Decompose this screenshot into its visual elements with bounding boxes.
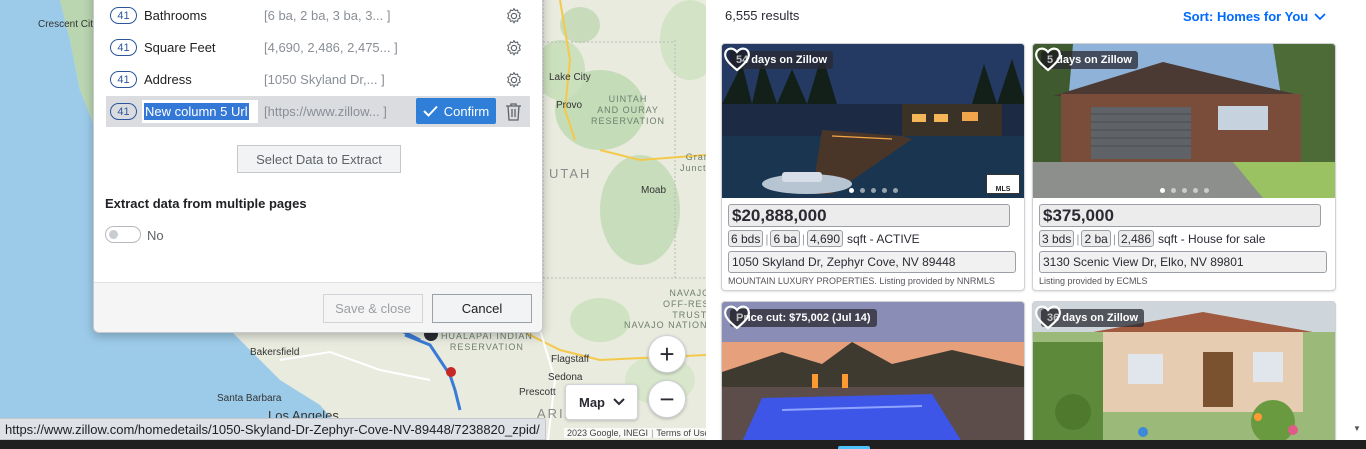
chevron-down-icon (613, 398, 625, 406)
select-data-button[interactable]: Select Data to Extract (237, 145, 401, 173)
listing-card[interactable]: 5 days on Zillow $375,000 3 bds | 2 ba |… (1032, 43, 1336, 291)
result-count: 6,555 results (725, 8, 800, 23)
cancel-button[interactable]: Cancel (432, 294, 532, 323)
listing-photo[interactable]: Price cut: $75,002 (Jul 14) (722, 302, 1024, 440)
trash-icon[interactable] (505, 102, 522, 121)
taskbar (0, 440, 1366, 449)
map-park-label: NAVAJO NATION (624, 320, 706, 330)
zoom-out-button[interactable]: − (648, 380, 686, 418)
column-name: Address (144, 72, 192, 87)
map-city-label: Provo (556, 100, 583, 111)
zoom-in-button[interactable]: + (648, 335, 686, 373)
listing-baths: 2 ba (1081, 230, 1111, 247)
gear-icon[interactable] (505, 39, 523, 57)
listing-provider: MOUNTAIN LUXURY PROPERTIES. Listing prov… (728, 276, 995, 286)
listing-info: $375,000 3 bds | 2 ba | 2,486 sqft - Hou… (1033, 198, 1335, 290)
listing-price: $20,888,000 (728, 204, 1010, 227)
map-city-label: Santa Barbara (217, 393, 282, 404)
column-count-badge: 41 (110, 39, 137, 56)
column-sample: [4,690, 2,486, 2,475... ] (264, 40, 398, 55)
map-city-label: Sedona (548, 372, 583, 383)
gear-icon[interactable] (505, 71, 523, 89)
map-type-dropdown[interactable]: Map (565, 384, 638, 420)
column-sample: [6 ba, 2 ba, 3 ba, 3... ] (264, 8, 391, 23)
listing-card[interactable]: 54 days on Zillow MLS $20,888,000 6 bds … (721, 43, 1025, 291)
scroll-down-arrow[interactable]: ▼ (1353, 424, 1361, 433)
heart-icon[interactable] (722, 44, 752, 74)
confirm-button[interactable]: Confirm (416, 98, 496, 124)
heart-icon[interactable] (1033, 44, 1063, 74)
map-park-label: UINTAH AND OURAY RESERVATION (591, 94, 666, 126)
status-bar-url: https://www.zillow.com/homedetails/1050-… (0, 418, 546, 440)
save-close-button[interactable]: Save & close (323, 294, 423, 323)
sort-dropdown[interactable]: Sort: Homes for You (1183, 9, 1326, 24)
listing-card[interactable]: Price cut: $75,002 (Jul 14) (721, 301, 1025, 440)
listing-status: sqft - House for sale (1158, 231, 1266, 246)
listing-address[interactable]: 1050 Skyland Dr, Zephyr Cove, NV 89448 (728, 251, 1016, 273)
listing-status: sqft - ACTIVE (847, 231, 920, 246)
column-count-badge: 41 (110, 71, 137, 88)
listing-photo[interactable]: 5 days on Zillow (1033, 44, 1335, 198)
listing-card[interactable]: 36 days on Zillow (1032, 301, 1336, 440)
listing-baths: 6 ba (770, 230, 800, 247)
column-name-selected-text: New column 5 Url (144, 103, 249, 120)
map-city-label: Bakersfield (250, 347, 300, 358)
column-name: Square Feet (144, 40, 216, 55)
map-park-label: NAVAJO OFF-RESE TRUST (663, 288, 706, 320)
heart-icon[interactable] (1033, 302, 1063, 332)
column-sample: [https://www.zillow... ] (264, 104, 387, 119)
column-row-bathrooms: 41 Bathrooms [6 ba, 2 ba, 3 ba, 3... ] (106, 0, 530, 31)
gear-icon[interactable] (505, 7, 523, 25)
listing-provider: Listing provided by ECMLS (1039, 276, 1148, 286)
heart-icon[interactable] (722, 302, 752, 332)
column-name: Bathrooms (144, 8, 207, 23)
listing-sqft: 4,690 (806, 230, 843, 247)
column-sample: [1050 Skyland Dr,... ] (264, 72, 385, 87)
map-copyright: 2023 Google, INEGI (567, 428, 649, 438)
map-city-label: Moab (641, 185, 667, 196)
column-row-square-feet: 41 Square Feet [4,690, 2,486, 2,475... ] (106, 32, 530, 63)
map-city-label: Lake City (549, 72, 591, 83)
listing-facts: 3 bds | 2 ba | 2,486 sqft - House for sa… (1039, 230, 1329, 247)
mls-logo: MLS (986, 174, 1020, 194)
photo-carousel-dots (722, 188, 1024, 193)
map-park-label: HUALAPAI INDIAN RESERVATION (441, 331, 533, 352)
listing-beds: 3 bds (1039, 230, 1075, 247)
multi-page-toggle[interactable] (105, 226, 141, 243)
map-city-label: Flagstaff (551, 354, 590, 365)
map-city-label: Prescott (519, 387, 556, 398)
sort-label: Sort: Homes for You (1183, 9, 1309, 24)
listings-panel: 6,555 results Sort: Homes for You 54 day… (706, 0, 1366, 440)
listing-sqft: 2,486 (1117, 230, 1154, 247)
column-name-input[interactable]: New column 5 Url (142, 100, 258, 123)
extract-dialog: 41 Bathrooms [6 ba, 2 ba, 3 ba, 3... ] 4… (93, 0, 543, 333)
map-state-label: UTAH (549, 166, 592, 181)
listing-price: $375,000 (1039, 204, 1321, 227)
listing-beds: 6 bds (728, 230, 764, 247)
listing-facts: 6 bds | 6 ba | 4,690 sqft - ACTIVE (728, 230, 1018, 247)
check-icon (423, 105, 438, 117)
listing-photo[interactable]: 36 days on Zillow (1033, 302, 1335, 440)
multi-page-heading: Extract data from multiple pages (105, 196, 307, 211)
column-count-badge: 41 (110, 7, 137, 24)
chevron-down-icon (1314, 12, 1326, 20)
column-row-address: 41 Address [1050 Skyland Dr,... ] (106, 64, 530, 95)
map-attribution: 2023 Google, INEGI | Terms of Use (564, 428, 706, 438)
map-city-label: Crescent City (38, 19, 99, 30)
confirm-label: Confirm (443, 103, 490, 119)
terms-link[interactable]: Terms of Use (656, 428, 706, 438)
listing-address[interactable]: 3130 Scenic View Dr, Elko, NV 89801 (1039, 251, 1327, 273)
listing-info: $20,888,000 6 bds | 6 ba | 4,690 sqft - … (722, 198, 1024, 290)
photo-carousel-dots (1033, 188, 1335, 193)
map-park-label: Grand Junction (680, 152, 706, 173)
column-row-editing: 41 New column 5 Url [https://www.zillow.… (106, 96, 530, 127)
listing-photo[interactable]: 54 days on Zillow MLS (722, 44, 1024, 198)
multi-page-toggle-label: No (147, 228, 164, 243)
map-type-label: Map (579, 394, 605, 410)
column-count-badge: 41 (110, 103, 137, 120)
